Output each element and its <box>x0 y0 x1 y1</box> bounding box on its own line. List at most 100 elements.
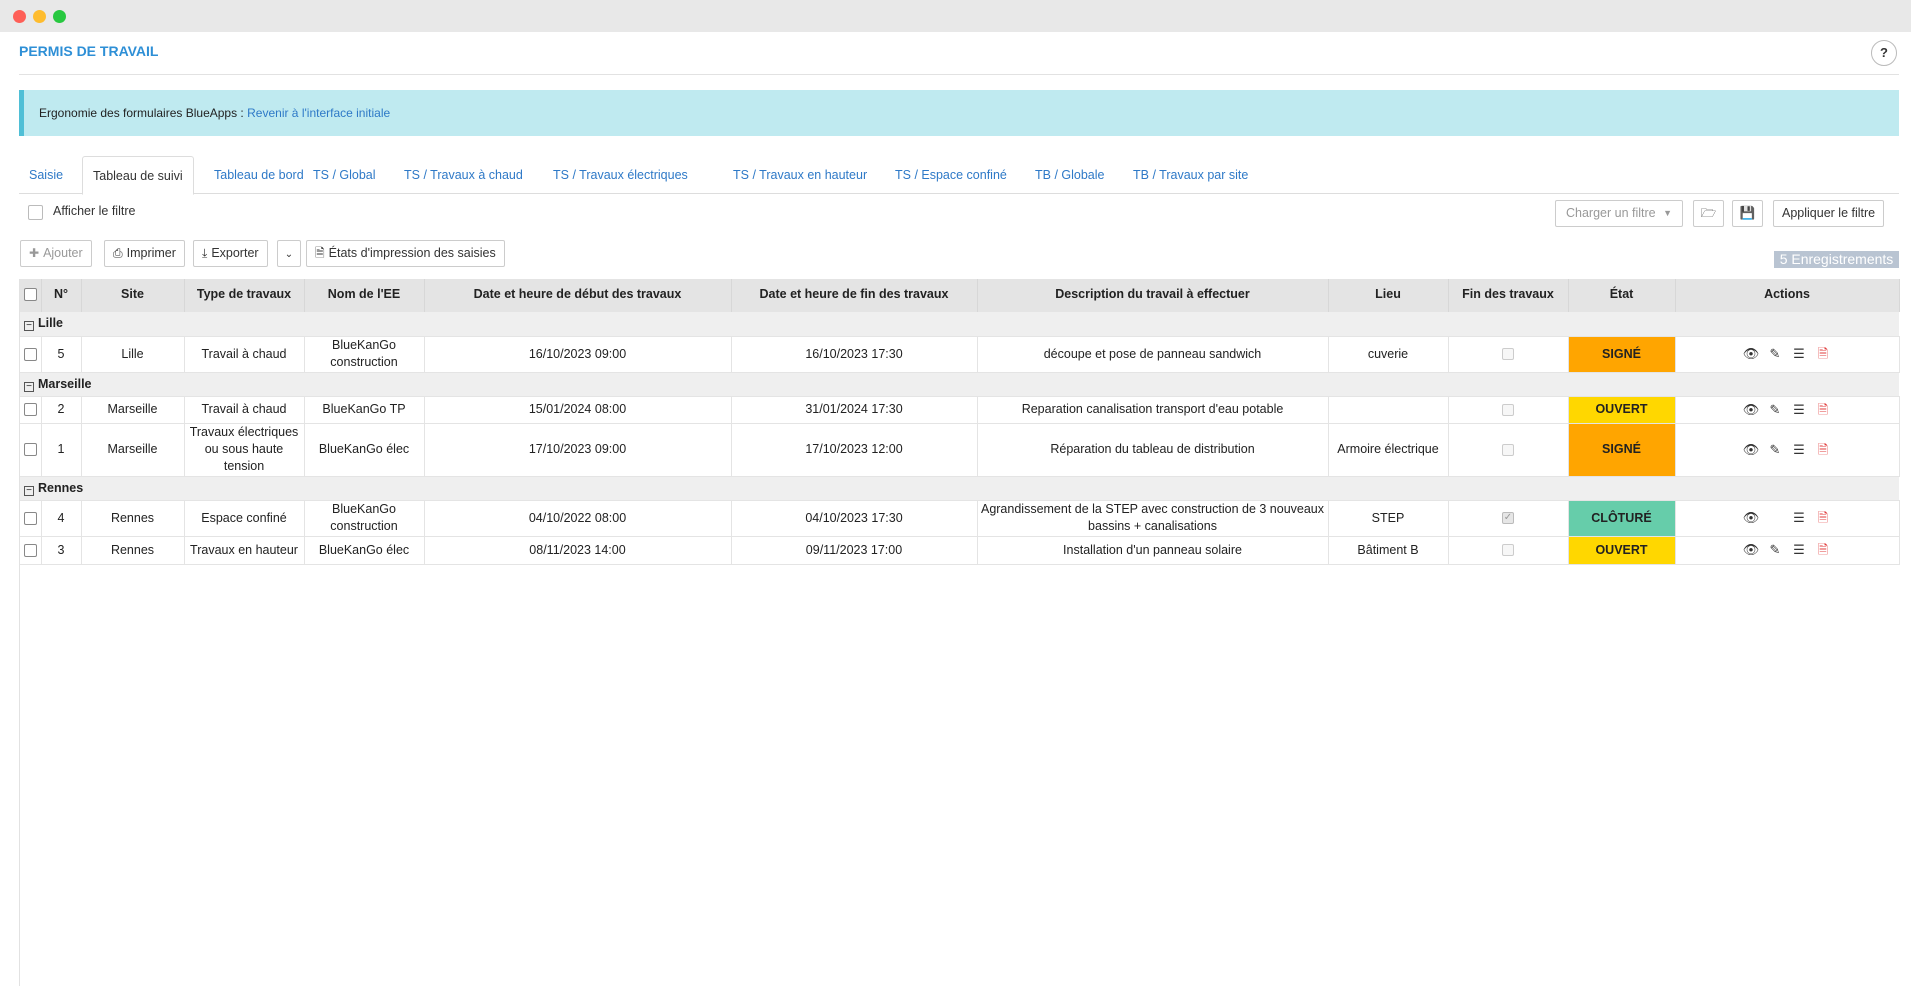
table-row[interactable]: 1 Marseille Travaux électriques ou sous … <box>20 423 1900 477</box>
list-icon[interactable]: ☰ <box>1787 541 1811 558</box>
list-icon[interactable]: ☰ <box>1787 441 1811 458</box>
cell-num: 4 <box>41 500 82 537</box>
status-badge: OUVERT <box>1568 536 1676 565</box>
folder-open-icon: 🗁 <box>1700 206 1717 220</box>
pdf-icon[interactable]: 🗎 <box>1811 541 1835 558</box>
print-button[interactable]: ⎙ Imprimer <box>104 240 185 267</box>
row-checkbox[interactable] <box>23 511 37 525</box>
row-actions: 👁 ✎ ☰ 🗎 <box>1675 336 1900 373</box>
cell-desc: Réparation du tableau de distribution <box>977 423 1329 477</box>
col-end-header[interactable]: Date et heure de fin des travaux <box>731 279 978 312</box>
col-lieu-header[interactable]: Lieu <box>1328 279 1449 312</box>
export-options-toggle[interactable]: ⌄ <box>277 240 301 267</box>
row-checkbox[interactable] <box>23 543 37 557</box>
tab-ts-travaux-en-hauteur[interactable]: TS / Travaux en hauteur <box>723 156 877 194</box>
list-icon[interactable]: ☰ <box>1787 401 1811 418</box>
printer-icon: ⎙ <box>113 246 123 260</box>
group-row-lille: − Lille <box>20 312 1899 337</box>
table-row[interactable]: 4 Rennes Espace confiné BlueKanGo constr… <box>20 500 1900 537</box>
close-window-icon[interactable] <box>13 10 26 23</box>
export-button-label: Exporter <box>211 246 259 260</box>
tab-tb-travaux-par-site[interactable]: TB / Travaux par site <box>1123 156 1258 194</box>
eye-icon[interactable]: 👁 <box>1739 345 1763 362</box>
eye-icon[interactable]: 👁 <box>1739 441 1763 458</box>
print-states-button[interactable]: 🗎 États d'impression des saisies <box>306 240 505 267</box>
cell-end: 04/10/2023 17:30 <box>731 500 978 537</box>
tab-tableau-de-suivi[interactable]: Tableau de suivi <box>82 156 194 195</box>
group-name: Rennes <box>38 480 84 495</box>
col-fin-header[interactable]: Fin des travaux <box>1448 279 1569 312</box>
table-row[interactable]: 5 Lille Travail à chaud BlueKanGo constr… <box>20 336 1900 373</box>
show-filter-checkbox[interactable] <box>28 205 43 220</box>
tab-ts-travaux-electriques[interactable]: TS / Travaux électriques <box>543 156 698 194</box>
cell-num: 3 <box>41 536 82 565</box>
status-badge: CLÔTURÉ <box>1568 500 1676 537</box>
list-icon[interactable]: ☰ <box>1787 345 1811 362</box>
eye-icon[interactable]: 👁 <box>1739 541 1763 558</box>
pdf-icon[interactable]: 🗎 <box>1811 441 1835 458</box>
collapse-group-icon[interactable]: − <box>24 381 34 392</box>
work-permits-table: N° Site Type de travaux Nom de l'EE Date… <box>20 279 1900 565</box>
cell-site: Lille <box>81 336 185 373</box>
edit-icon[interactable]: ✎ <box>1763 401 1787 418</box>
apply-filter-button[interactable]: Appliquer le filtre <box>1773 200 1885 227</box>
cell-ee: BlueKanGo TP <box>304 396 425 424</box>
edit-icon[interactable]: ✎ <box>1763 441 1787 458</box>
open-filter-button[interactable]: 🗁 <box>1693 200 1724 227</box>
row-checkbox[interactable] <box>23 347 37 361</box>
row-checkbox[interactable] <box>23 403 37 417</box>
col-start-header[interactable]: Date et heure de début des travaux <box>424 279 732 312</box>
col-desc-header[interactable]: Description du travail à effectuer <box>977 279 1329 312</box>
info-banner: Ergonomie des formulaires BlueApps : Rev… <box>19 90 1899 136</box>
cell-type: Espace confiné <box>184 500 305 537</box>
select-all-checkbox[interactable] <box>23 288 37 302</box>
revert-interface-link[interactable]: Revenir à l'interface initiale <box>247 106 390 120</box>
status-badge: OUVERT <box>1568 396 1676 424</box>
status-badge: SIGNÉ <box>1568 336 1676 373</box>
col-num-header[interactable]: N° <box>41 279 82 312</box>
col-etat-header[interactable]: État <box>1568 279 1676 312</box>
cell-desc: Agrandissement de la STEP avec construct… <box>977 500 1329 537</box>
cell-desc: découpe et pose de panneau sandwich <box>977 336 1329 373</box>
col-site-header[interactable]: Site <box>81 279 185 312</box>
tab-ts-travaux-a-chaud[interactable]: TS / Travaux à chaud <box>394 156 533 194</box>
minimize-window-icon[interactable] <box>33 10 46 23</box>
tab-ts-global[interactable]: TS / Global <box>303 156 386 194</box>
download-icon: ⤓ <box>202 246 208 260</box>
table-row[interactable]: 3 Rennes Travaux en hauteur BlueKanGo él… <box>20 536 1900 565</box>
print-button-label: Imprimer <box>126 246 176 260</box>
export-button[interactable]: ⤓ Exporter <box>193 240 268 267</box>
tab-ts-espace-confine[interactable]: TS / Espace confiné <box>885 156 1017 194</box>
eye-icon[interactable]: 👁 <box>1739 509 1763 526</box>
col-ee-header[interactable]: Nom de l'EE <box>304 279 425 312</box>
document-icon: 🗎 <box>315 246 325 260</box>
tab-tableau-de-bord[interactable]: Tableau de bord <box>204 156 314 194</box>
load-filter-select[interactable]: Charger un filtre ▼ <box>1555 200 1683 227</box>
col-type-header[interactable]: Type de travaux <box>184 279 305 312</box>
help-button[interactable]: ? <box>1871 40 1897 66</box>
cell-lieu <box>1328 396 1449 424</box>
tab-saisie[interactable]: Saisie <box>19 156 73 194</box>
list-icon[interactable]: ☰ <box>1787 509 1811 526</box>
chevron-down-icon: ⌄ <box>284 249 294 260</box>
save-filter-button[interactable]: 💾 <box>1732 200 1763 227</box>
add-button[interactable]: ✚ Ajouter <box>20 240 92 267</box>
cell-end: 16/10/2023 17:30 <box>731 336 978 373</box>
row-checkbox[interactable] <box>23 443 37 457</box>
table-row[interactable]: 2 Marseille Travail à chaud BlueKanGo TP… <box>20 396 1900 424</box>
edit-icon[interactable]: ✎ <box>1763 345 1787 362</box>
pdf-icon[interactable]: 🗎 <box>1811 401 1835 418</box>
cell-start: 15/01/2024 08:00 <box>424 396 732 424</box>
collapse-group-icon[interactable]: − <box>24 485 34 496</box>
group-row-marseille: − Marseille <box>20 372 1899 397</box>
pdf-icon[interactable]: 🗎 <box>1811 345 1835 362</box>
maximize-window-icon[interactable] <box>53 10 66 23</box>
tab-tb-globale[interactable]: TB / Globale <box>1025 156 1114 194</box>
fin-travaux-checkbox-checked: ✓ <box>1502 512 1514 525</box>
pdf-icon[interactable]: 🗎 <box>1811 509 1835 526</box>
cell-start: 17/10/2023 09:00 <box>424 423 732 477</box>
collapse-group-icon[interactable]: − <box>24 321 34 332</box>
edit-icon[interactable]: ✎ <box>1763 541 1787 558</box>
print-states-label: États d'impression des saisies <box>328 246 496 260</box>
eye-icon[interactable]: 👁 <box>1739 401 1763 418</box>
